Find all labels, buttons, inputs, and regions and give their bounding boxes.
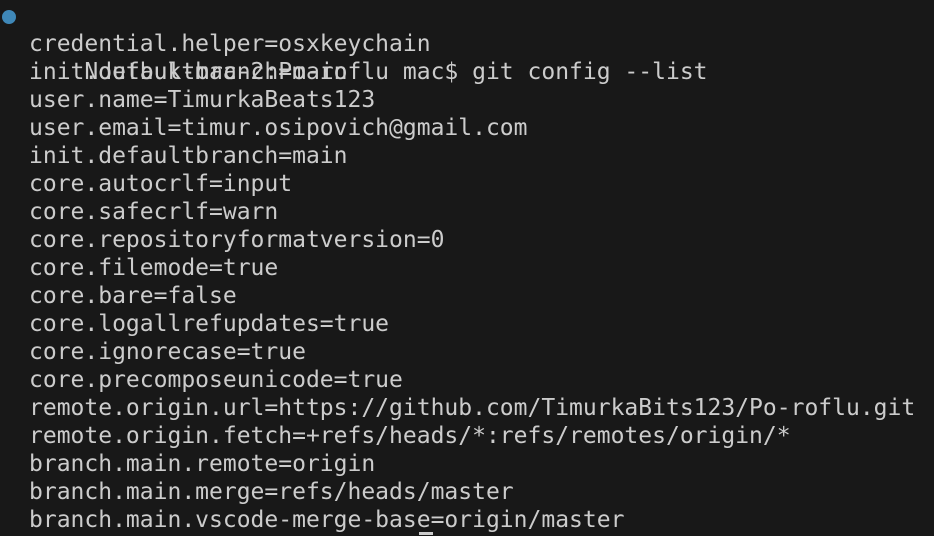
config-line: remote.origin.url=https://github.com/Tim… xyxy=(29,395,916,421)
text-cursor xyxy=(419,532,433,535)
config-line: credential.helper=osxkeychain xyxy=(29,31,431,57)
config-line: user.name=TimurkaBeats123 xyxy=(29,87,376,113)
config-line: branch.main.vscode-merge-base=origin/mas… xyxy=(29,507,625,533)
terminal-panel[interactable]: Noutbuk-mac-2:Po-roflu mac$ git config -… xyxy=(0,0,934,536)
config-line: branch.main.merge=refs/heads/master xyxy=(29,479,514,505)
config-line: core.autocrlf=input xyxy=(29,171,293,197)
config-line: init.defaultbranch=main xyxy=(29,143,348,169)
command-status-dot-icon[interactable] xyxy=(2,10,16,24)
config-line: branch.main.remote=origin xyxy=(29,451,376,477)
config-line: core.precomposeunicode=true xyxy=(29,367,403,393)
config-line: core.repositoryformatversion=0 xyxy=(29,227,445,253)
config-line: core.filemode=true xyxy=(29,255,279,281)
config-line: remote.origin.fetch=+refs/heads/*:refs/r… xyxy=(29,423,791,449)
config-line: core.safecrlf=warn xyxy=(29,199,279,225)
config-line: core.logallrefupdates=true xyxy=(29,311,390,337)
config-line: core.ignorecase=true xyxy=(29,339,306,365)
config-line: core.bare=false xyxy=(29,283,237,309)
prompt-line: Noutbuk-mac-2:Po-roflu mac$ git config -… xyxy=(0,2,934,85)
config-line: user.email=timur.osipovich@gmail.com xyxy=(29,115,528,141)
config-line: init.defaultbranch=main xyxy=(29,59,348,85)
